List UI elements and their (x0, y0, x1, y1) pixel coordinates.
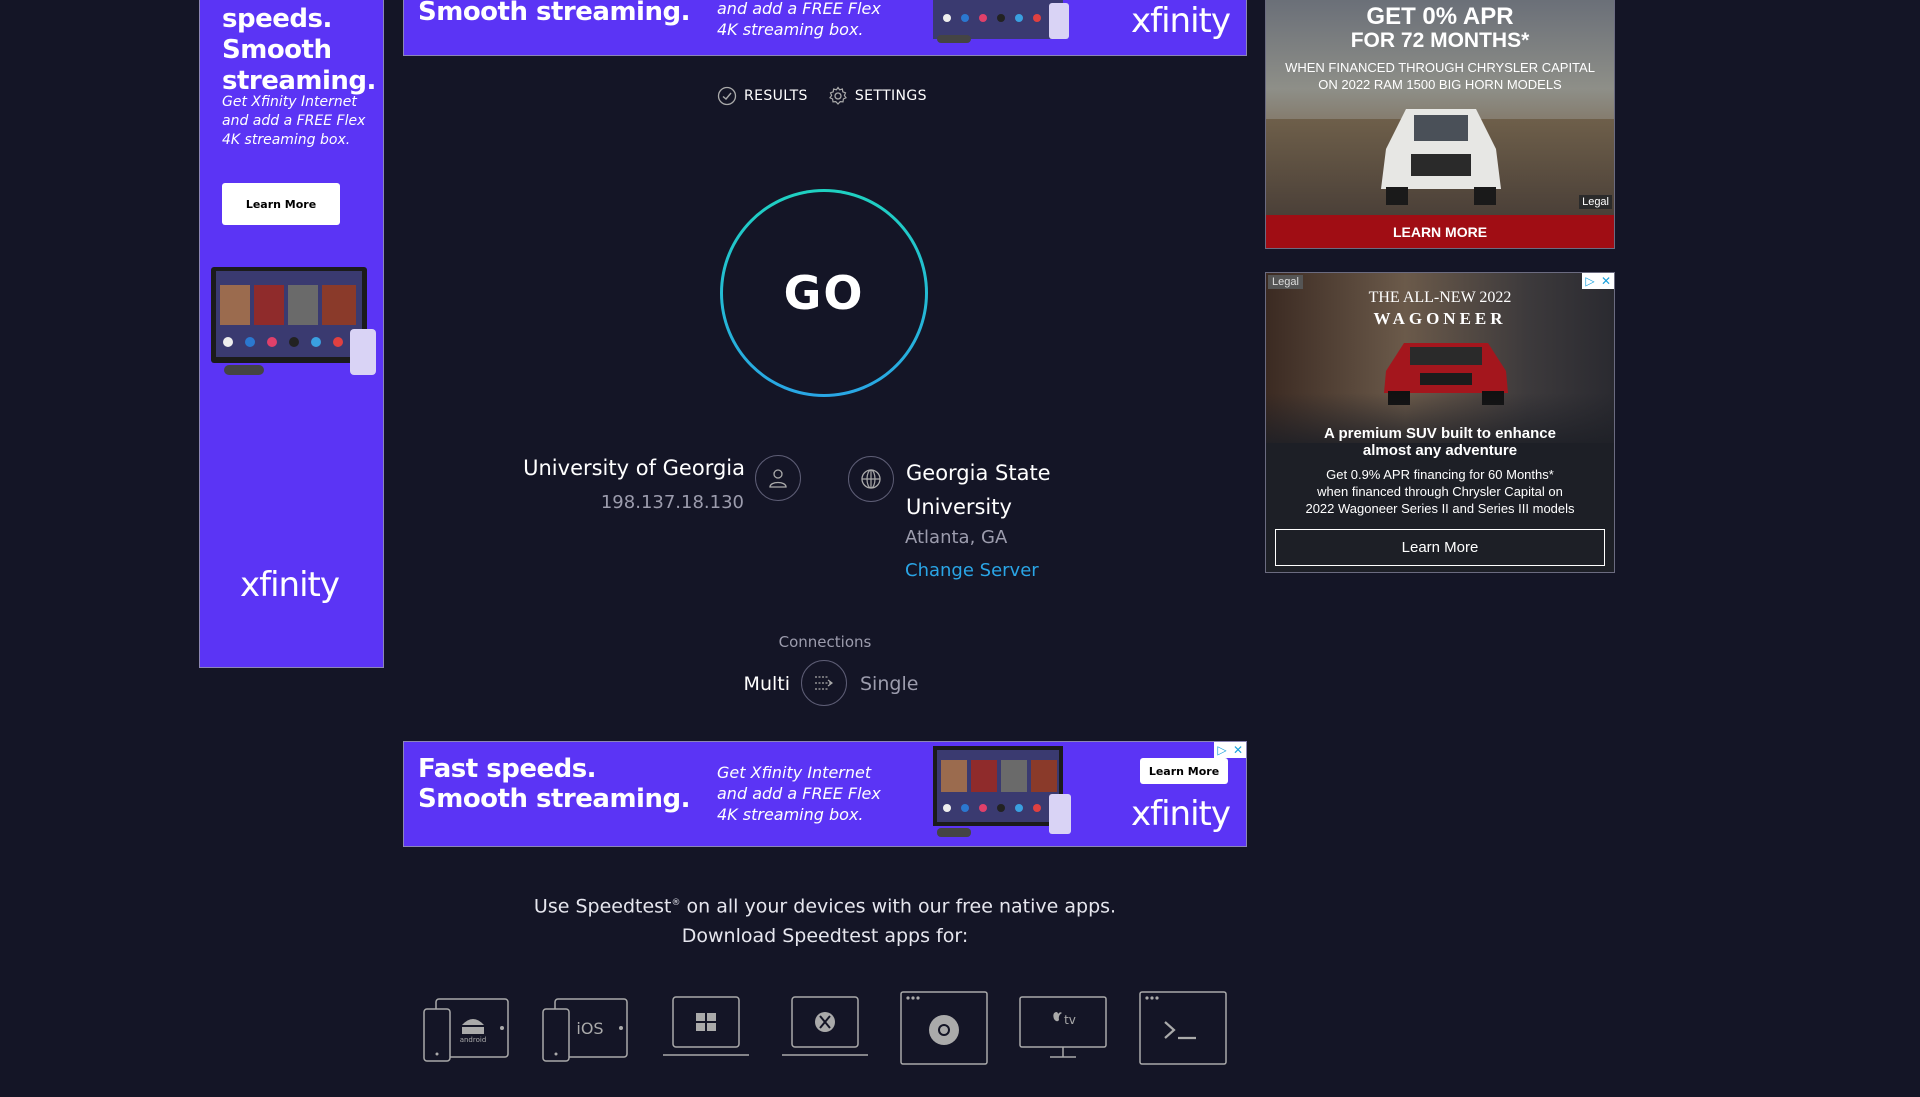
apps-line1-prefix: Use Speedtest (533, 895, 672, 918)
go-button[interactable]: GO (720, 189, 928, 397)
registered-mark: ® (671, 898, 681, 908)
wagoneer-ad-legal[interactable]: Legal (1268, 275, 1303, 289)
bottom-banner-headline-line2: Smooth streaming. (418, 784, 690, 814)
truck-image (1381, 109, 1501, 205)
apps-line1: Use Speedtest® on all your devices with … (403, 888, 1247, 921)
wagoneer-ad-fine-3: 2022 Wagoneer Series II and Series III m… (1305, 501, 1575, 516)
isp-name: University of Georgia (523, 456, 745, 480)
connections-label: Connections (778, 633, 872, 651)
wagoneer-ad-fine-1: Get 0.9% APR financing for 60 Months* (1326, 467, 1554, 482)
change-server-link[interactable]: Change Server (905, 560, 1039, 581)
top-banner-ad[interactable]: Smooth streaming. and add a FREE Flex 4K… (403, 0, 1247, 56)
ram-ad-headline-2: FOR 72 MONTHS* (1350, 29, 1530, 52)
results-label: RESULTS (744, 88, 808, 104)
isp-ip-address: 198.137.18.130 (600, 492, 744, 513)
ram-ad-sub-1: WHEN FINANCED THROUGH CHRYSLER CAPITAL (1285, 60, 1595, 75)
check-circle-icon (717, 86, 737, 106)
wagoneer-ad-fine-2: when financed through Chrysler Capital o… (1317, 484, 1563, 499)
adchoices-icon[interactable]: ▷ (1214, 742, 1230, 758)
settings-label: SETTINGS (854, 88, 927, 104)
apps-promo-text: Use Speedtest® on all your devices with … (403, 888, 1247, 951)
left-ad-learn-more-button[interactable]: Learn More (222, 183, 340, 225)
ad-choices[interactable]: ▷ ✕ (1582, 273, 1614, 289)
tv-product-image (933, 0, 1069, 43)
ios-icon[interactable]: iOS (541, 990, 631, 1066)
ram-ad-legal[interactable]: Legal (1579, 195, 1612, 209)
wagoneer-ad[interactable]: Legal ▷ ✕ THE ALL-NEW 2022 WAGONEER A pr… (1265, 272, 1615, 573)
results-settings-nav: RESULTS SETTINGS (717, 86, 927, 106)
connections-toggle[interactable] (801, 660, 847, 706)
results-link[interactable]: RESULTS (717, 86, 808, 106)
ram-ad-headline-1: GET 0% APR (1366, 3, 1514, 30)
bottom-banner-headline: Fast speeds. Smooth streaming. (418, 754, 690, 814)
bottom-banner-headline-line1: Fast speeds. (418, 754, 597, 784)
user-icon (755, 455, 801, 501)
xfinity-logo: xfinity (1131, 1, 1231, 41)
settings-link[interactable]: SETTINGS (828, 86, 927, 106)
server-location: Atlanta, GA (905, 527, 1008, 548)
close-ad-icon[interactable]: ✕ (1230, 742, 1246, 758)
apps-line1-suffix: on all your devices with our free native… (680, 895, 1117, 918)
wagoneer-ad-tagline-1: A premium SUV built to enhance (1324, 425, 1556, 442)
bottom-banner-learn-more-button[interactable]: Learn More (1140, 758, 1228, 784)
windows-icon[interactable] (661, 990, 751, 1066)
gear-icon (828, 86, 847, 105)
ram-ad-learn-more-button[interactable]: LEARN MORE (1266, 215, 1614, 248)
connections-multi-option[interactable]: Multi (744, 673, 790, 695)
chrome-icon[interactable] (899, 990, 989, 1066)
bottom-banner-ad[interactable]: Fast speeds. Smooth streaming. Get Xfini… (403, 741, 1247, 847)
connections-arrows-icon (815, 676, 833, 690)
xfinity-logo: xfinity (240, 565, 340, 605)
ram-ad-sub-2: ON 2022 RAM 1500 BIG HORN MODELS (1318, 77, 1562, 92)
ram-ad[interactable]: GET 0% APR FOR 72 MONTHS* WHEN FINANCED … (1265, 0, 1615, 249)
tv-product-image (933, 746, 1071, 837)
appletv-icon[interactable]: tv (1018, 990, 1108, 1066)
ad-choices[interactable]: ▷ ✕ (1214, 742, 1246, 758)
bottom-banner-text: Get Xfinity Internet and add a FREE Flex… (717, 763, 881, 824)
android-label: android (460, 1036, 487, 1044)
wagoneer-ad-title-1: THE ALL-NEW 2022 (1368, 289, 1512, 306)
tv-product-image (211, 267, 376, 375)
apps-line2: Download Speedtest apps for: (681, 925, 969, 948)
left-ad-text: Get Xfinity Internet and add a FREE Flex… (222, 94, 366, 148)
wagoneer-ad-title-2: WAGONEER (1373, 309, 1507, 328)
left-ad-headline: Fast speeds. Smooth streaming. (222, 0, 376, 96)
left-ad[interactable]: Fast speeds. Smooth streaming. Get Xfini… (199, 0, 384, 668)
top-banner-text: and add a FREE Flex 4K streaming box. (717, 0, 881, 39)
wagoneer-ad-tagline-2: almost any adventure (1362, 442, 1518, 459)
wagoneer-ad-learn-more-button[interactable]: Learn More (1275, 529, 1605, 566)
android-icon[interactable]: android (422, 990, 512, 1066)
top-banner-headline: Smooth streaming. (418, 0, 690, 27)
globe-icon (848, 456, 894, 502)
close-ad-icon[interactable]: ✕ (1598, 273, 1614, 289)
ios-label: iOS (576, 1019, 603, 1038)
tv-label: tv (1064, 1013, 1076, 1027)
macos-icon[interactable] (780, 990, 870, 1066)
xfinity-logo: xfinity (1131, 794, 1231, 834)
server-name: Georgia State University (906, 461, 1051, 519)
connections-single-option[interactable]: Single (860, 673, 918, 695)
adchoices-icon[interactable]: ▷ (1582, 273, 1598, 289)
cli-icon[interactable] (1138, 990, 1228, 1066)
